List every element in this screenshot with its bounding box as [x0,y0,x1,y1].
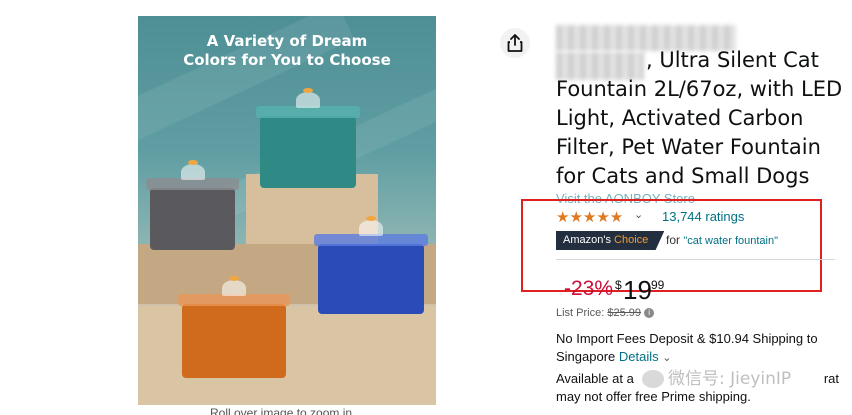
shipping-details-link[interactable]: Details [619,349,659,364]
price-symbol: $ [615,278,622,292]
watermark: 微信号: JieyinIP [642,364,791,389]
availability-prefix: Available at a [556,371,634,386]
shipping-info: No Import Fees Deposit & $10.94 Shipping… [556,330,846,367]
blue-fountain [314,216,428,314]
shipping-text: No Import Fees Deposit & $10.94 Shipping… [556,331,818,364]
info-icon[interactable]: i [644,308,655,319]
image-headline: A Variety of Dream Colors for You to Cho… [138,32,436,70]
discount-percent: -23% [564,277,614,300]
orange-fountain [178,276,290,378]
image-headline-line1: A Variety of Dream [206,32,368,50]
wechat-logo-icon [642,370,664,388]
share-button[interactable] [500,28,530,58]
divider [556,259,835,260]
list-price: List Price: $25.99 i [556,307,655,319]
price-whole: 19 [623,275,652,305]
availability-line2: may not offer free Prime shipping. [556,389,751,404]
product-image[interactable]: A Variety of Dream Colors for You to Cho… [138,16,436,405]
availability-suffix: rat [823,371,839,386]
teal-fountain [256,88,360,188]
list-price-label: List Price: [556,307,605,319]
list-price-value: $25.99 [607,307,642,319]
zoom-hint: Roll over image to zoom in [210,406,353,415]
image-headline-line2: Colors for You to Choose [183,51,391,69]
product-title: , Ultra Silent Cat Fountain 2L/67oz, wit… [556,48,843,188]
share-icon [507,34,523,52]
gray-fountain [146,160,239,250]
price-fraction: 99 [651,278,665,292]
watermark-text: 微信号: JieyinIP [668,369,792,389]
chevron-down-icon[interactable]: ⌄ [662,352,671,364]
